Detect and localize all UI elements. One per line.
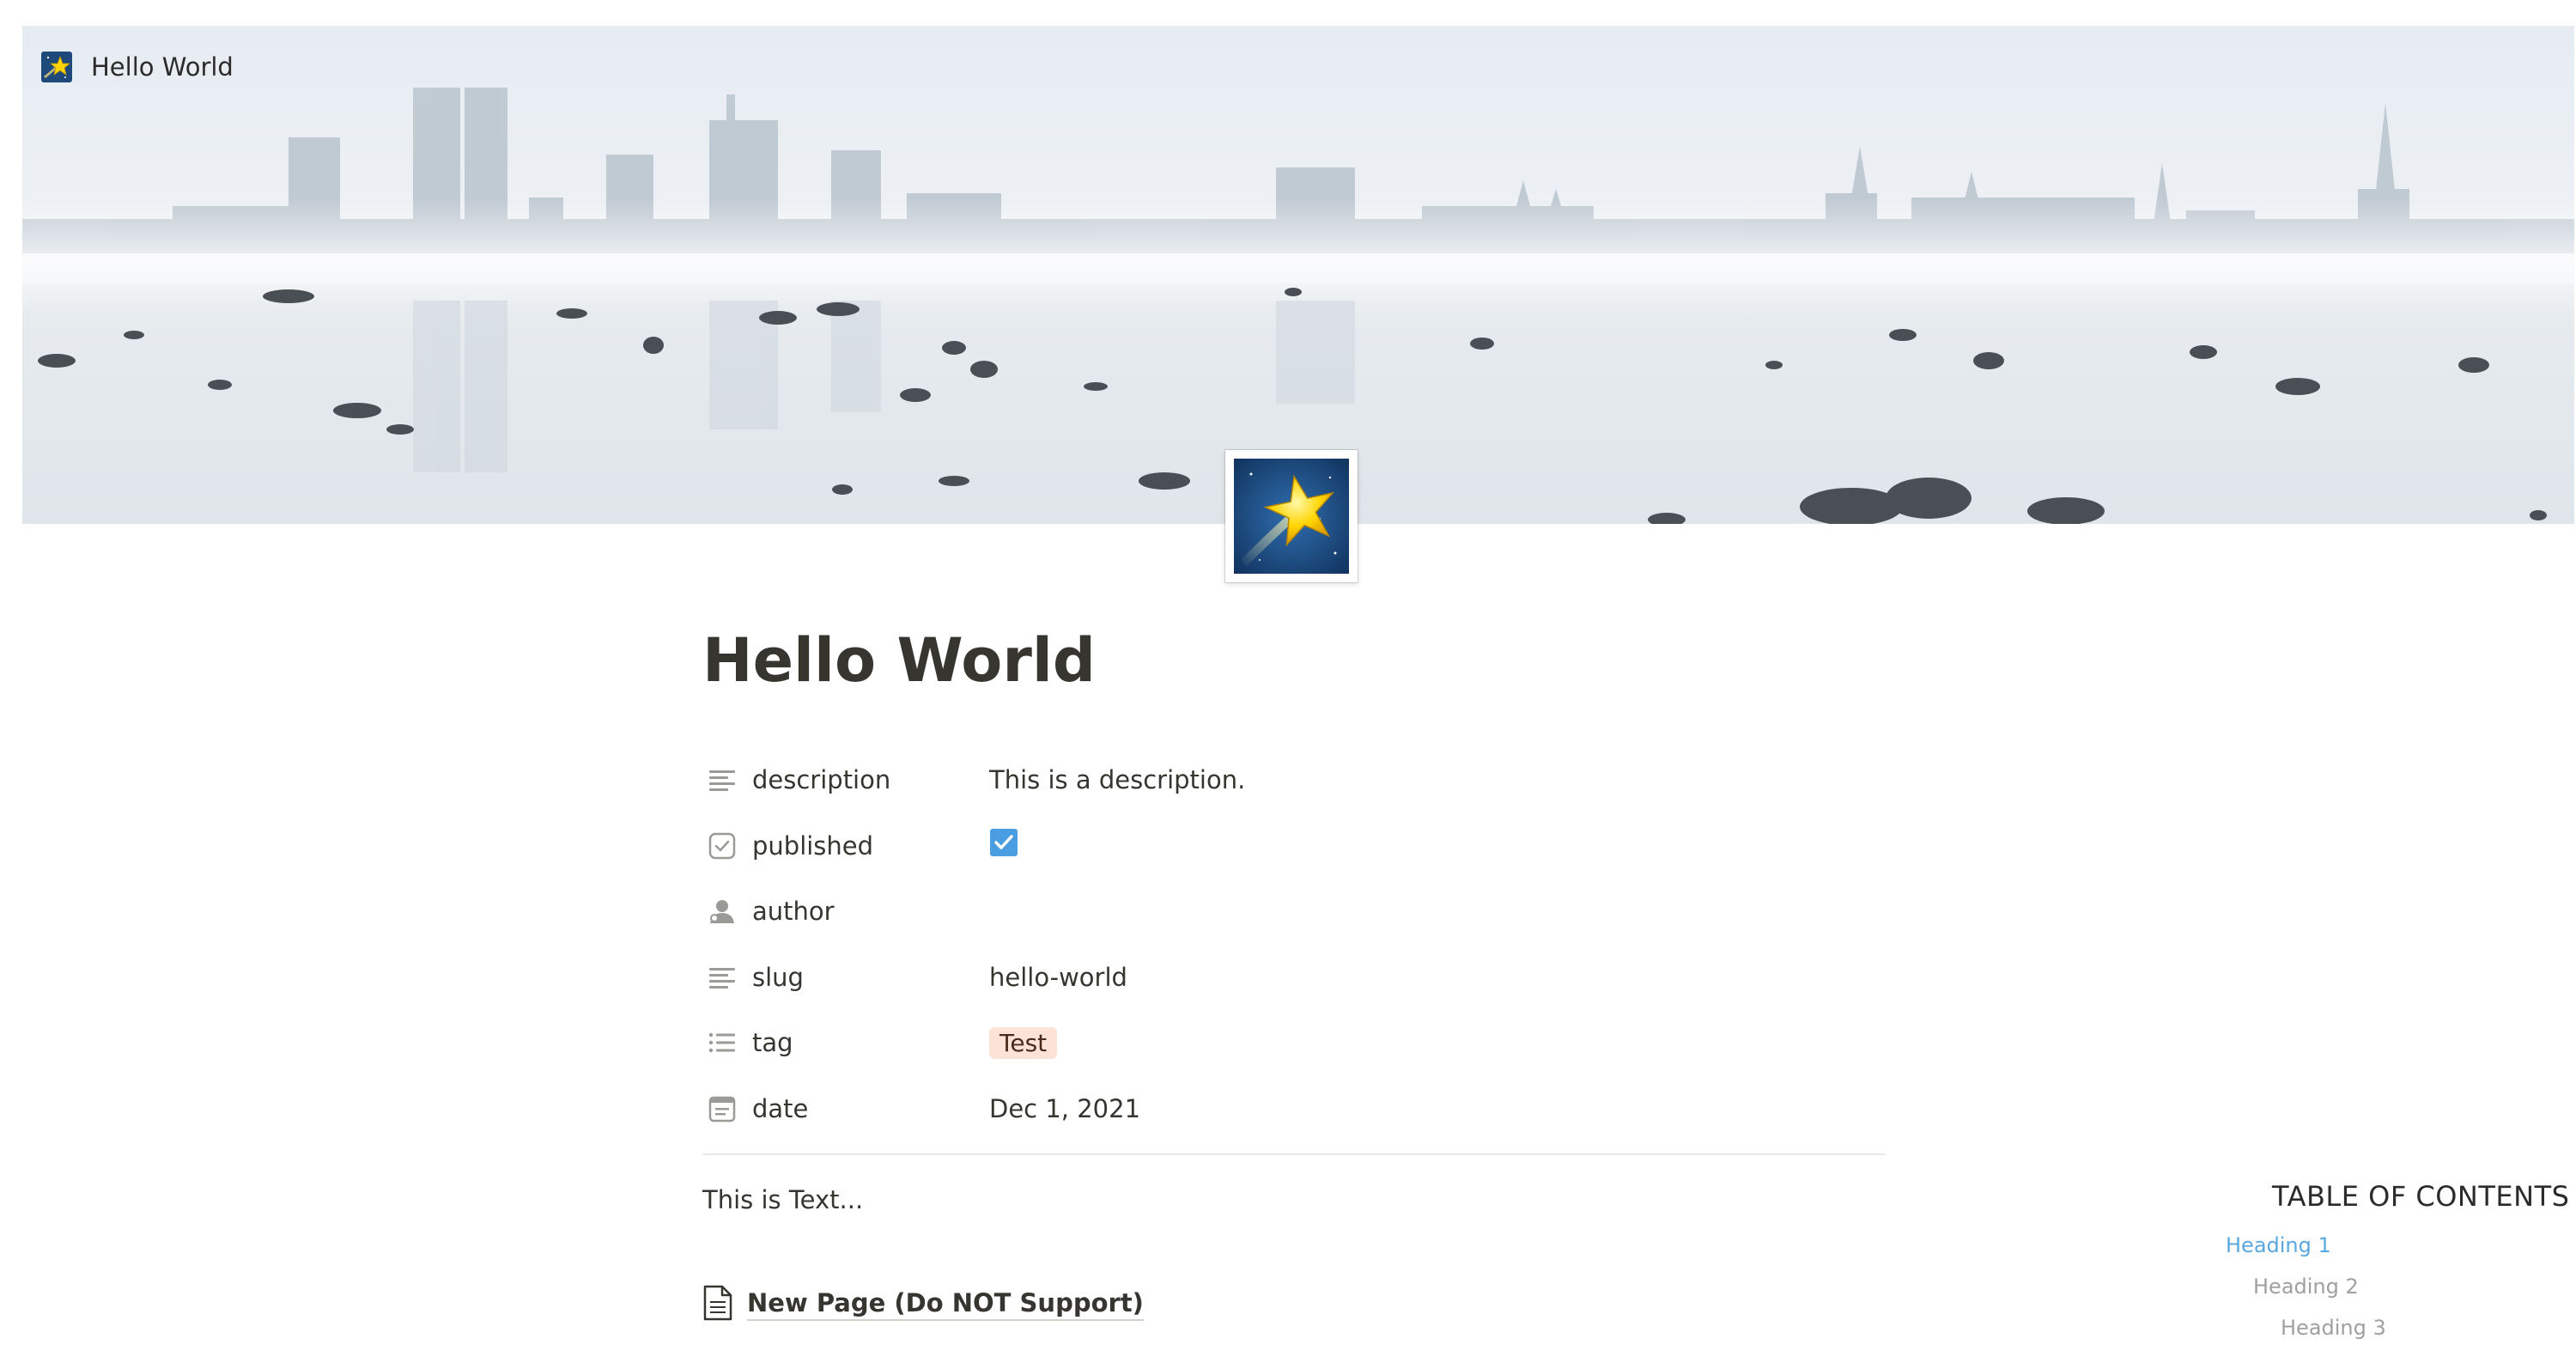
shooting-star-icon[interactable] bbox=[1225, 450, 1358, 582]
document-icon bbox=[702, 1285, 733, 1324]
subpage-link[interactable]: New Page (Do NOT Support) bbox=[702, 1285, 1144, 1324]
list-icon bbox=[706, 1026, 738, 1059]
property-row-description[interactable]: description This is a description. bbox=[702, 747, 1886, 813]
published-checkbox[interactable] bbox=[989, 828, 1018, 863]
property-value-description[interactable]: This is a description. bbox=[989, 765, 1245, 794]
subpage-label[interactable]: New Page (Do NOT Support) bbox=[747, 1288, 1144, 1321]
property-label: date bbox=[752, 1093, 809, 1123]
toc-item-heading-3[interactable]: Heading 3 bbox=[2281, 1316, 2386, 1340]
property-row-date[interactable]: date Dec 1, 2021 bbox=[702, 1076, 1886, 1142]
property-value-date[interactable]: Dec 1, 2021 bbox=[989, 1094, 1140, 1123]
person-icon bbox=[706, 895, 738, 928]
property-label: tag bbox=[752, 1028, 793, 1058]
property-name-slug[interactable]: slug bbox=[702, 961, 989, 994]
breadcrumb-title[interactable]: Hello World bbox=[91, 52, 234, 82]
properties-divider bbox=[702, 1153, 1886, 1155]
text-lines-icon bbox=[706, 764, 738, 796]
calendar-icon bbox=[706, 1092, 738, 1125]
toc-title: TABLE OF CONTENTS bbox=[2272, 1180, 2570, 1213]
property-name-date[interactable]: date bbox=[702, 1092, 989, 1125]
property-name-author[interactable]: author bbox=[702, 895, 989, 928]
toc-item-heading-2[interactable]: Heading 2 bbox=[2253, 1275, 2359, 1299]
property-value-tag[interactable]: Test bbox=[989, 1026, 1058, 1059]
property-row-author[interactable]: author bbox=[702, 879, 1886, 945]
toc-item-heading-1[interactable]: Heading 1 bbox=[2226, 1233, 2331, 1257]
text-lines-icon bbox=[706, 961, 738, 994]
page-root: Hello World Hello World description This… bbox=[0, 0, 2576, 1369]
property-name-tag[interactable]: tag bbox=[702, 1026, 989, 1059]
property-value-slug[interactable]: hello-world bbox=[989, 963, 1127, 992]
property-row-published[interactable]: published bbox=[702, 813, 1886, 879]
checked-checkbox-icon bbox=[990, 829, 1018, 857]
property-label: published bbox=[752, 831, 874, 861]
property-row-tag[interactable]: tag Test bbox=[702, 1010, 1886, 1076]
property-name-description[interactable]: description bbox=[702, 764, 989, 796]
property-label: description bbox=[752, 765, 891, 795]
text-block[interactable]: This is Text... bbox=[702, 1185, 863, 1214]
property-name-published[interactable]: published bbox=[702, 830, 989, 862]
cover-image[interactable] bbox=[22, 26, 2574, 524]
properties-table: description This is a description. publi… bbox=[702, 747, 1886, 1141]
property-label: slug bbox=[752, 962, 804, 992]
tag-pill[interactable]: Test bbox=[989, 1026, 1058, 1059]
property-row-slug[interactable]: slug hello-world bbox=[702, 945, 1886, 1011]
checkbox-icon bbox=[706, 830, 738, 862]
page-title[interactable]: Hello World bbox=[702, 625, 1096, 696]
cover-skyline-art bbox=[22, 88, 2574, 524]
star-emoji-icon bbox=[41, 52, 72, 82]
property-label: author bbox=[752, 897, 835, 927]
breadcrumb[interactable]: Hello World bbox=[41, 45, 234, 89]
